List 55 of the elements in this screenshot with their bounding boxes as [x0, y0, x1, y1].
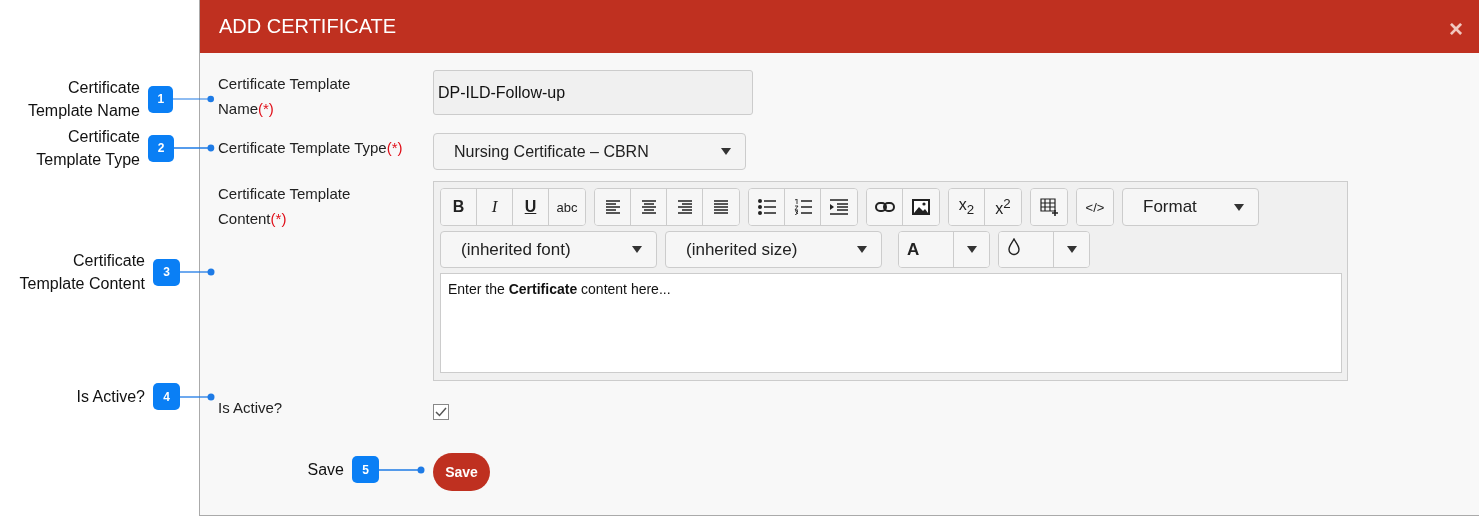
leader-line: [173, 95, 215, 103]
callout-badge: 1: [148, 85, 174, 113]
field-label: Certificate Template Type(*): [218, 138, 404, 158]
close-button[interactable]: ×: [1445, 14, 1467, 43]
table-insert-icon: [1040, 198, 1058, 216]
callout-label: Certificate Template Type: [35, 127, 140, 170]
field-label: Is Active?: [218, 398, 284, 418]
callout-badge: 2: [148, 134, 175, 162]
code-button[interactable]: </>: [1077, 189, 1113, 225]
bullet-list-icon: [757, 199, 776, 215]
indent-icon: [830, 199, 848, 215]
bold-button[interactable]: B: [441, 189, 477, 225]
callout-label: Certificate Template Name: [26, 78, 140, 121]
callout-badge: 5: [352, 456, 379, 483]
editor-content-area[interactable]: Enter the Certificate content here...: [440, 273, 1342, 373]
leader-line: [174, 144, 215, 152]
font-dropdown[interactable]: (inherited font): [440, 231, 657, 268]
caret-icon: [1066, 246, 1077, 253]
align-left-icon: [604, 200, 621, 214]
bullets-button[interactable]: [749, 189, 785, 225]
leader-line: [379, 465, 425, 474]
leader-line: [180, 392, 215, 401]
callout-label: Is Active?: [76, 387, 145, 407]
align-center-icon: [640, 200, 657, 214]
callout-badge: 4: [153, 383, 180, 410]
script-button[interactable]: x$_{2}$: [949, 189, 985, 225]
align-right-icon: [676, 200, 693, 214]
numbered-list-icon: [793, 199, 812, 215]
table-button[interactable]: [1031, 189, 1067, 225]
droplet-icon: [1007, 238, 1021, 256]
editor-placeholder-text: Enter the Certificate content here...: [448, 281, 671, 297]
callout-label: Certificate Template Content: [18, 251, 145, 294]
image-icon: [912, 199, 930, 215]
caret-icon: [721, 148, 731, 155]
caret-icon: [632, 246, 642, 253]
callout-label: Save: [307, 460, 344, 480]
link-button[interactable]: [867, 189, 903, 225]
align-left-button[interactable]: [595, 189, 631, 225]
type-dropdown[interactable]: Nursing Certificate – CBRN: [433, 133, 746, 170]
dialog-title: ADD CERTIFICATE: [219, 15, 397, 38]
name-input-field[interactable]: DP-ILD-Follow-up: [433, 70, 753, 115]
leader-line: [180, 268, 215, 276]
caret-icon: [966, 246, 977, 253]
font-color-button[interactable]: A: [899, 232, 954, 267]
active-checkbox[interactable]: [433, 404, 449, 420]
link-icon: [874, 202, 895, 212]
format-dropdown[interactable]: Format: [1122, 188, 1259, 226]
field-label: Certificate Template Content(*): [218, 184, 352, 229]
size-dropdown[interactable]: (inherited size): [665, 231, 882, 268]
field-label: Certificate Template Name(*): [218, 74, 352, 119]
caret-icon: [1234, 203, 1244, 211]
callout-badge: 3: [153, 258, 180, 286]
justify-icon: [713, 200, 729, 214]
save-button[interactable]: Save: [433, 453, 490, 491]
caret-icon: [857, 246, 867, 253]
